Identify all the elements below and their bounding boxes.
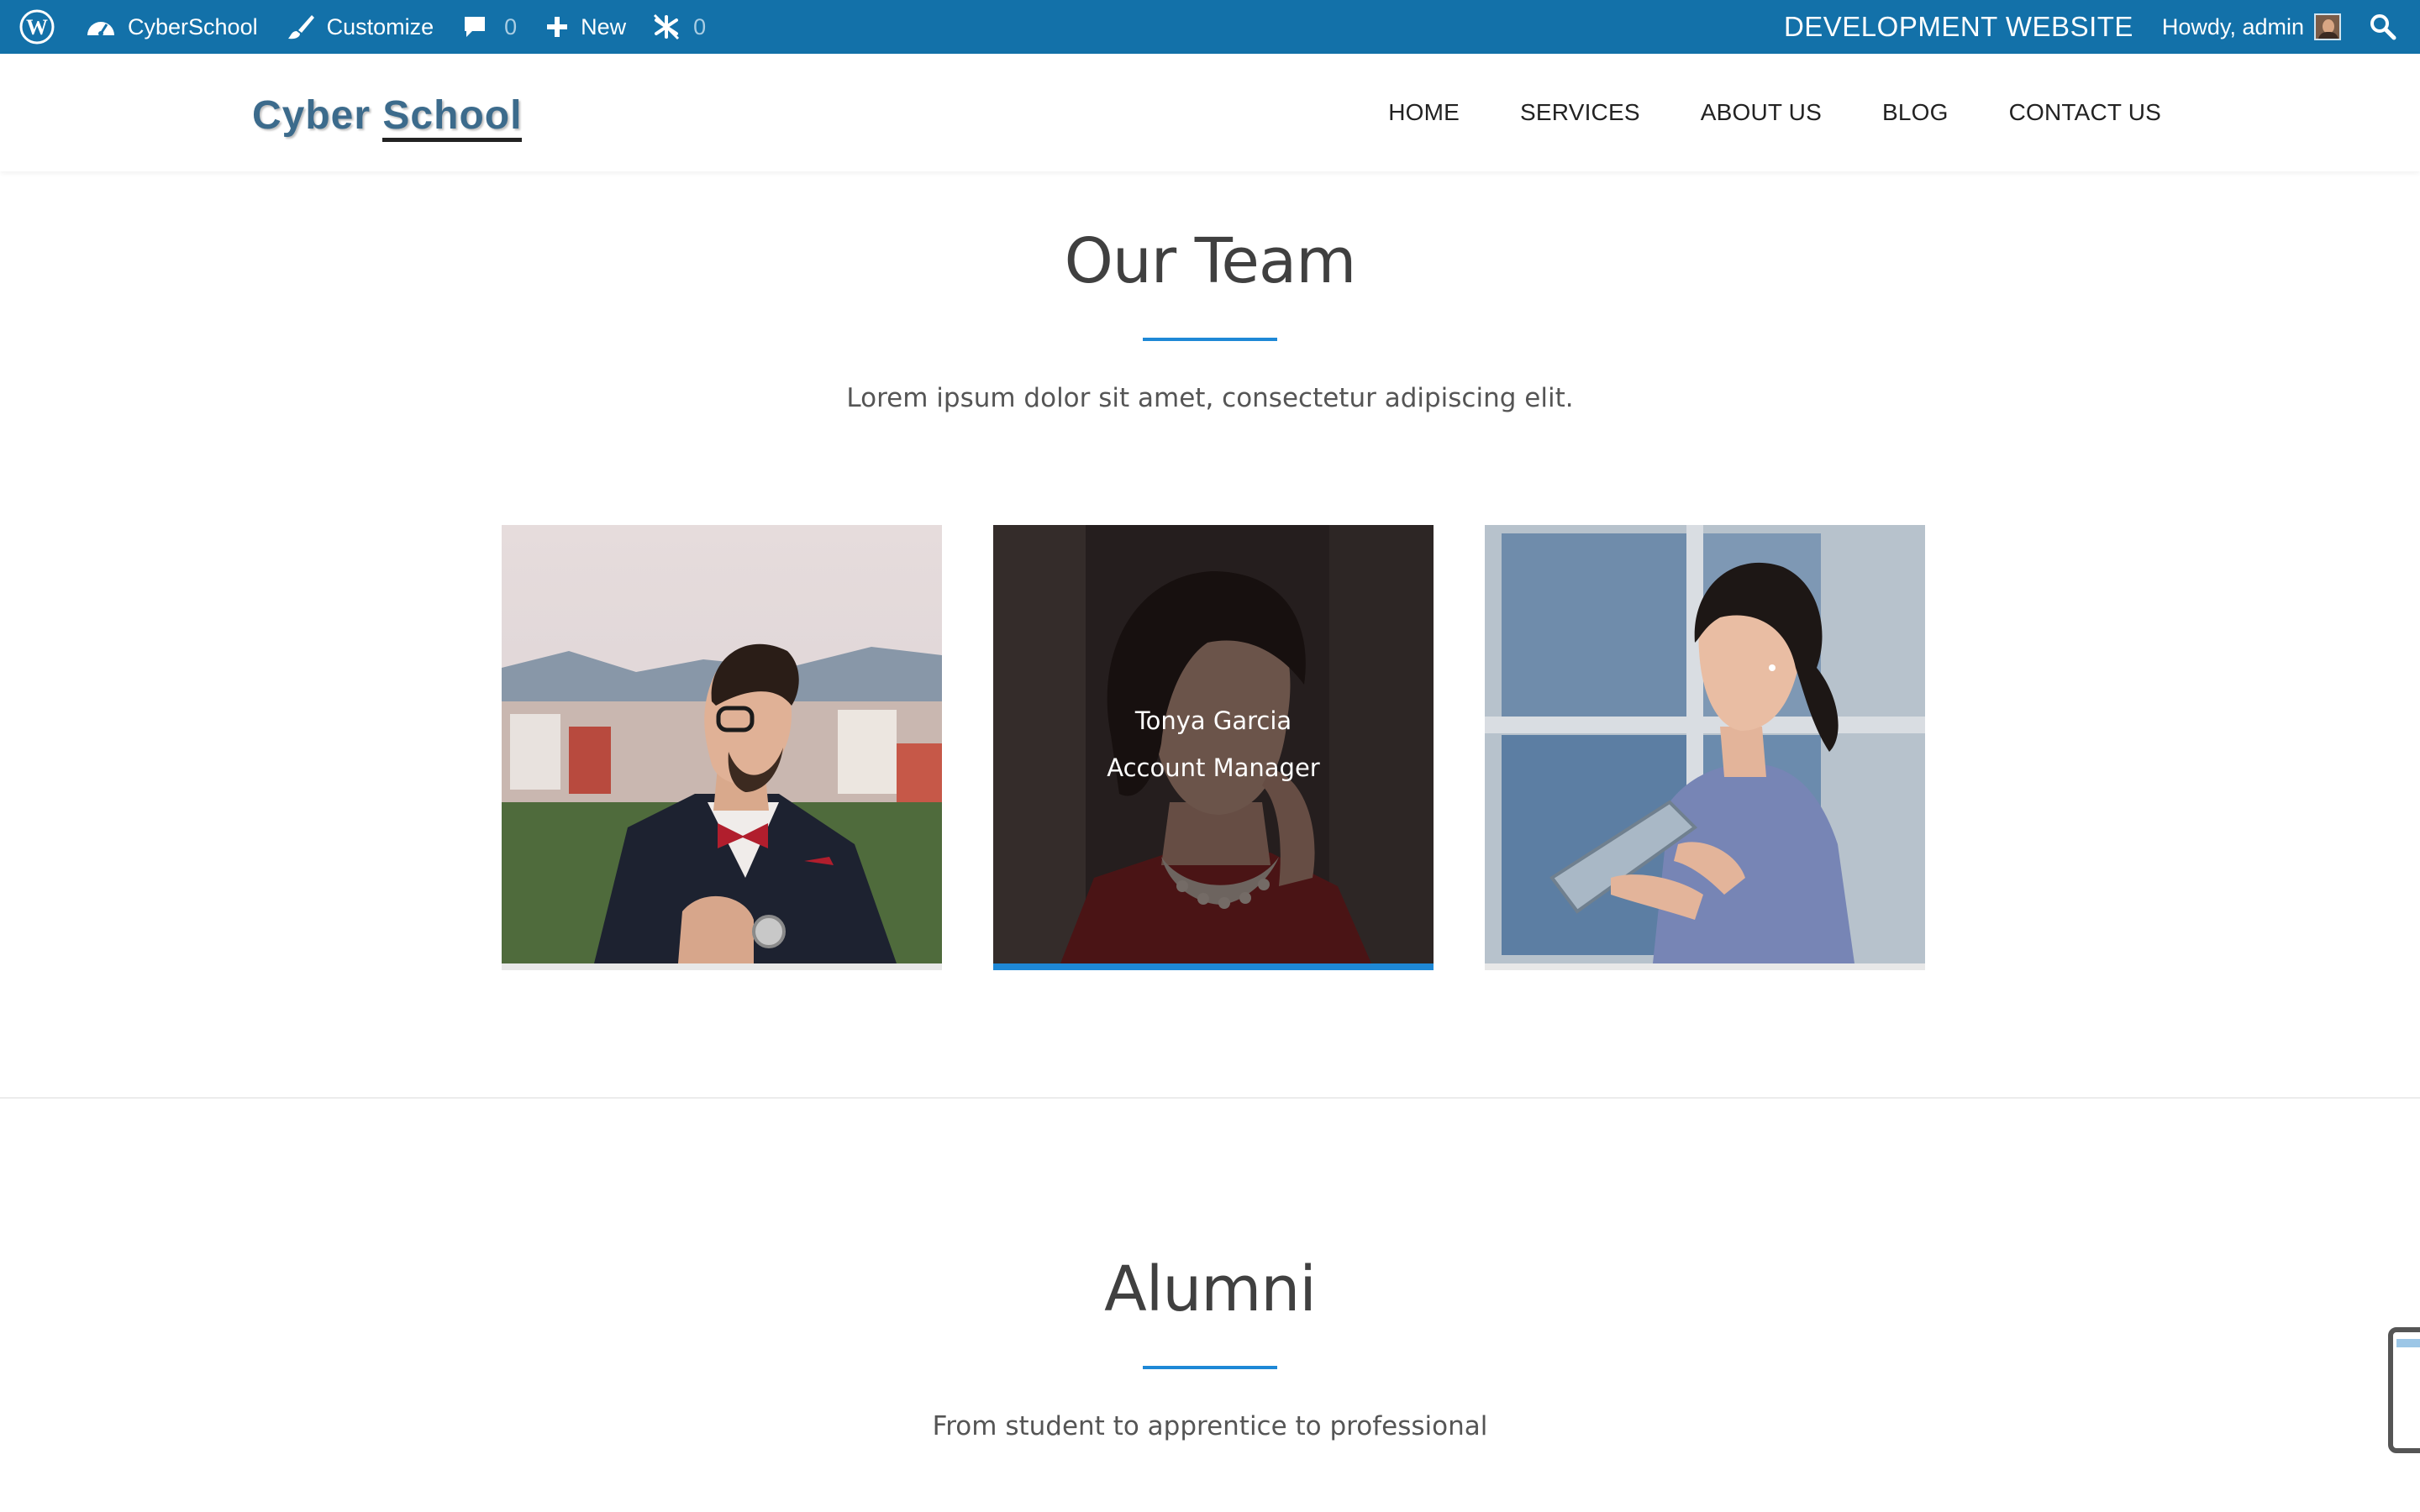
wordpress-icon: W (19, 9, 55, 45)
floating-preview-widget[interactable] (2388, 1327, 2420, 1453)
nav-blog[interactable]: BLOG (1882, 99, 1949, 126)
updates-count: 0 (693, 13, 707, 39)
team-subtitle: Lorem ipsum dolor sit amet, consectetur … (846, 383, 1574, 413)
team-member-name: Tonya Garcia (1134, 706, 1292, 735)
search-icon (2370, 14, 2396, 40)
svg-text:W: W (26, 15, 48, 39)
alumni-title: Alumni (1104, 1253, 1317, 1326)
dashboard-icon (87, 22, 114, 36)
comment-icon (465, 17, 486, 37)
admin-bar-right: DEVELOPMENT WEBSITE Howdy, admin (1784, 0, 2420, 54)
team-card[interactable] (1485, 525, 1925, 970)
site-header: Cyber School HOME SERVICES ABOUT US BLOG… (0, 54, 2420, 171)
admin-bar: W CyberSchool Customize 0 New 0 DEVELOPM… (0, 0, 2420, 54)
site-name-menu[interactable]: CyberSchool (66, 0, 268, 54)
alumni-title-underline (1143, 1366, 1277, 1369)
environment-label: DEVELOPMENT WEBSITE (1783, 11, 2133, 42)
new-content-menu[interactable]: New (527, 0, 636, 54)
comments-menu[interactable]: 0 (444, 0, 527, 54)
comments-count: 0 (504, 13, 518, 39)
wordpress-menu[interactable]: W (8, 0, 66, 54)
brush-icon (287, 15, 314, 39)
plus-icon (547, 17, 568, 37)
section-divider (0, 1097, 2420, 1099)
team-card[interactable] (502, 525, 942, 970)
nav-home[interactable]: HOME (1388, 99, 1460, 126)
updates-menu[interactable]: 0 (636, 0, 716, 54)
team-member-overlay: Tonya Garcia Account Manager (993, 525, 1434, 963)
main-nav: HOME SERVICES ABOUT US BLOG CONTACT US (1328, 54, 2161, 171)
nav-services[interactable]: SERVICES (1520, 99, 1640, 126)
team-card-active[interactable]: Tonya Garcia Account Manager (993, 525, 1434, 970)
team-member-role: Account Manager (1107, 753, 1320, 782)
howdy-label: Howdy, admin (2161, 13, 2304, 39)
site-logo[interactable]: Cyber School (252, 92, 523, 142)
nav-contact-us[interactable]: CONTACT US (2009, 99, 2161, 126)
customize-label: Customize (326, 13, 434, 39)
logo-word-school: School (382, 93, 523, 142)
new-label: New (581, 13, 627, 39)
account-menu[interactable]: Howdy, admin (2152, 0, 2351, 54)
no-spam-icon (654, 13, 680, 40)
logo-word-cyber: Cyber (252, 93, 371, 138)
alumni-subtitle: From student to apprentice to profession… (932, 1411, 1488, 1441)
team-title-underline (1143, 338, 1277, 341)
team-grid: Tonya Garcia Account Manager (502, 525, 1925, 970)
nav-about-us[interactable]: ABOUT US (1701, 99, 1822, 126)
team-title: Our Team (1064, 225, 1357, 297)
site-name-label: CyberSchool (128, 13, 258, 39)
team-photo-man (502, 525, 942, 963)
customize-menu[interactable]: Customize (268, 0, 445, 54)
team-photo-woman-tablet (1485, 525, 1925, 963)
avatar (2314, 13, 2341, 40)
admin-bar-left: W CyberSchool Customize 0 New 0 (0, 0, 716, 54)
admin-search[interactable] (2351, 0, 2407, 54)
